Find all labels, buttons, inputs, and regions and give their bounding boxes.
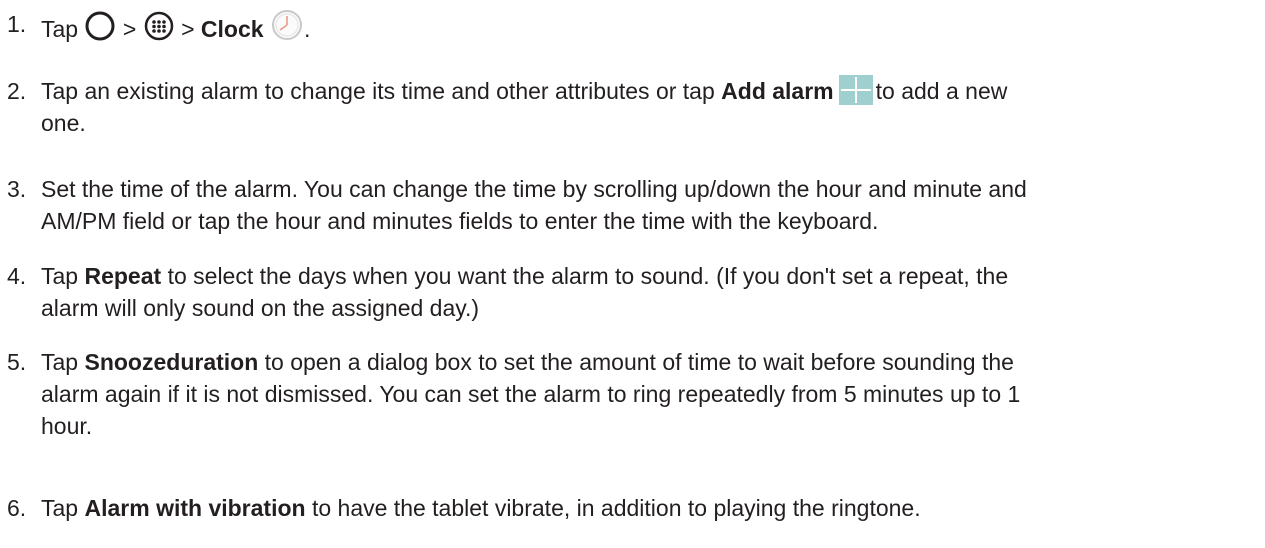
step-number: 5. (7, 349, 27, 375)
add-plus-icon (838, 75, 873, 105)
step-line: one. (41, 110, 86, 136)
step-line: AM/PM field or tap the hour and minutes … (41, 208, 879, 234)
snooze-duration-label: Snoozeduration (84, 349, 259, 375)
separator: > (181, 16, 195, 42)
step-line: alarm again if it is not dismissed. You … (41, 381, 1021, 407)
clock-icon (270, 8, 304, 42)
alarm-with-vibration-label: Alarm with vibration (84, 495, 306, 521)
step-text: Tap Snoozeduration to open a dialog box … (41, 346, 1256, 442)
step-number: 2. (7, 78, 27, 104)
step-text: Tap Alarm with vibration to have the tab… (41, 495, 921, 521)
step-text: Set the time of the alarm. You can chang… (41, 173, 1256, 237)
step-number: 6. (7, 495, 27, 521)
home-circle-icon (84, 10, 116, 42)
step-text: Tap Repeat to select the days when you w… (41, 260, 1256, 324)
period: . (303, 16, 311, 42)
tap-word: Tap (41, 16, 79, 42)
step-text: Tap an existing alarm to change its time… (41, 75, 1256, 139)
step-line: Tap an existing alarm to change its time… (41, 75, 1256, 107)
step-number: 3. (7, 176, 27, 202)
step-line: hour. (41, 413, 93, 439)
apps-icon (143, 10, 175, 42)
step-line: Set the time of the alarm. You can chang… (41, 176, 1027, 202)
separator: > (122, 16, 137, 42)
step-text: Tap > > Clock . (41, 8, 1256, 45)
step-number: 4. (7, 263, 27, 289)
add-alarm-label: Add alarm (721, 78, 834, 104)
repeat-label: Repeat (84, 263, 162, 289)
step-line: Tap Snoozeduration to open a dialog box … (41, 349, 1014, 375)
clock-label: Clock (200, 16, 264, 42)
step-number: 1. (7, 11, 27, 37)
step-line: alarm will only sound on the assigned da… (41, 295, 480, 321)
step-line: Tap Repeat to select the days when you w… (41, 263, 1009, 289)
